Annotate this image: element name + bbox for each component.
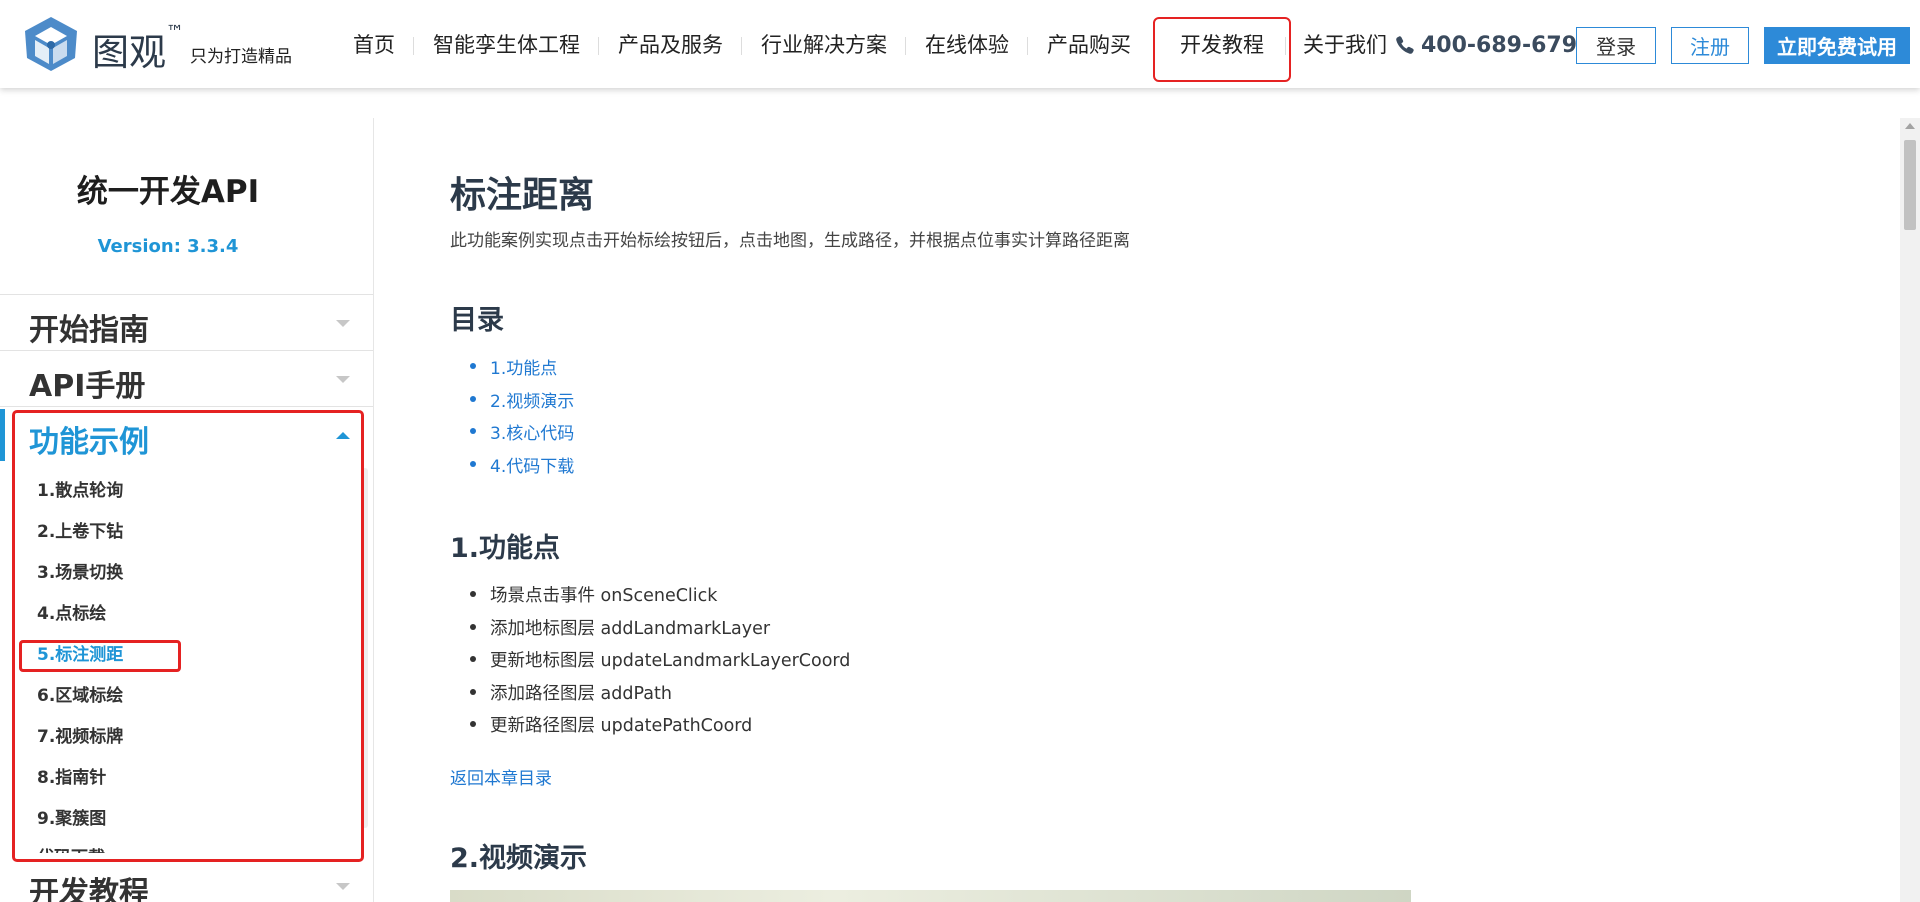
api-version: Version: 3.3.4 — [97, 236, 239, 257]
sidebar-section-getting-started[interactable]: 开始指南 — [0, 294, 373, 350]
sidebar-title: 统一开发API — [76, 174, 260, 210]
nav-twin-engineering[interactable]: 智能孪生体工程 — [414, 30, 599, 60]
demo-video[interactable] — [450, 890, 1411, 902]
phone-number: 400-689-6796 — [1421, 32, 1593, 58]
examples-highlight-box — [12, 410, 364, 862]
brand-name[interactable]: 图观™ — [92, 22, 184, 76]
list-item: 更新路径图层 updatePathCoord — [469, 712, 850, 745]
nav-purchase[interactable]: 产品购买 — [1028, 30, 1150, 60]
phone-icon — [1396, 36, 1414, 54]
section-label: API手册 — [29, 369, 146, 404]
back-to-toc-link[interactable]: 返回本章目录 — [450, 764, 552, 789]
sidebar-section-api-manual[interactable]: API手册 — [0, 350, 373, 406]
page-description: 此功能案例实现点击开始标绘按钮后，点击地图，生成路径，并根据点位事实计算路径距离 — [450, 231, 1130, 251]
nav-industry-solutions[interactable]: 行业解决方案 — [742, 30, 906, 60]
chevron-down-icon — [336, 376, 350, 383]
hotline: 400-689-6796 — [1395, 30, 1592, 60]
chevron-down-icon — [336, 320, 350, 327]
active-item-highlight-box — [19, 640, 181, 672]
register-button[interactable]: 注册 — [1671, 27, 1749, 64]
chevron-down-icon — [336, 883, 350, 890]
list-item: 更新地标图层 updateLandmarkLayerCoord — [469, 647, 850, 680]
toc-link-core-code[interactable]: 3.核心代码 — [469, 419, 574, 452]
nav-home[interactable]: 首页 — [334, 30, 414, 60]
video-heading: 2.视频演示 — [450, 843, 588, 874]
nav-about-us[interactable]: 关于我们 — [1286, 30, 1406, 60]
free-trial-button[interactable]: 立即免费试用 — [1764, 27, 1910, 64]
sidebar-section-dev-tutorial[interactable]: 开发教程 — [0, 858, 373, 902]
page-title: 标注距离 — [450, 175, 595, 216]
list-item: 添加路径图层 addPath — [469, 680, 850, 713]
tuguan-logo-icon[interactable] — [20, 14, 82, 74]
list-item: 场景点击事件 onSceneClick — [469, 582, 850, 615]
scrollbar-thumb[interactable] — [1904, 140, 1916, 230]
nav-products-services[interactable]: 产品及服务 — [599, 30, 742, 60]
nav-highlight-box — [1153, 17, 1291, 82]
features-list: 场景点击事件 onSceneClick 添加地标图层 addLandmarkLa… — [469, 582, 850, 745]
section-label: 开发教程 — [29, 876, 149, 902]
toc-link-download[interactable]: 4.代码下载 — [469, 452, 574, 485]
doc-content: 标注距离 此功能案例实现点击开始标绘按钮后，点击地图，生成路径，并根据点位事实计… — [450, 118, 1850, 902]
scroll-up-arrow-icon[interactable] — [1905, 123, 1915, 129]
toc-link-features[interactable]: 1.功能点 — [469, 354, 574, 387]
top-header: 图观™ 只为打造精品 首页 智能孪生体工程 产品及服务 行业解决方案 在线体验 … — [0, 0, 1920, 88]
brand-slogan: 只为打造精品 — [190, 47, 292, 67]
toc-link-video[interactable]: 2.视频演示 — [469, 387, 574, 420]
features-heading: 1.功能点 — [450, 533, 561, 564]
toc-list: 1.功能点 2.视频演示 3.核心代码 4.代码下载 — [469, 354, 574, 485]
page-scrollbar[interactable] — [1900, 118, 1920, 902]
list-item: 添加地标图层 addLandmarkLayer — [469, 615, 850, 648]
login-button[interactable]: 登录 — [1576, 27, 1656, 64]
section-label: 开始指南 — [29, 313, 149, 348]
toc-heading: 目录 — [450, 305, 504, 336]
nav-online-experience[interactable]: 在线体验 — [906, 30, 1028, 60]
